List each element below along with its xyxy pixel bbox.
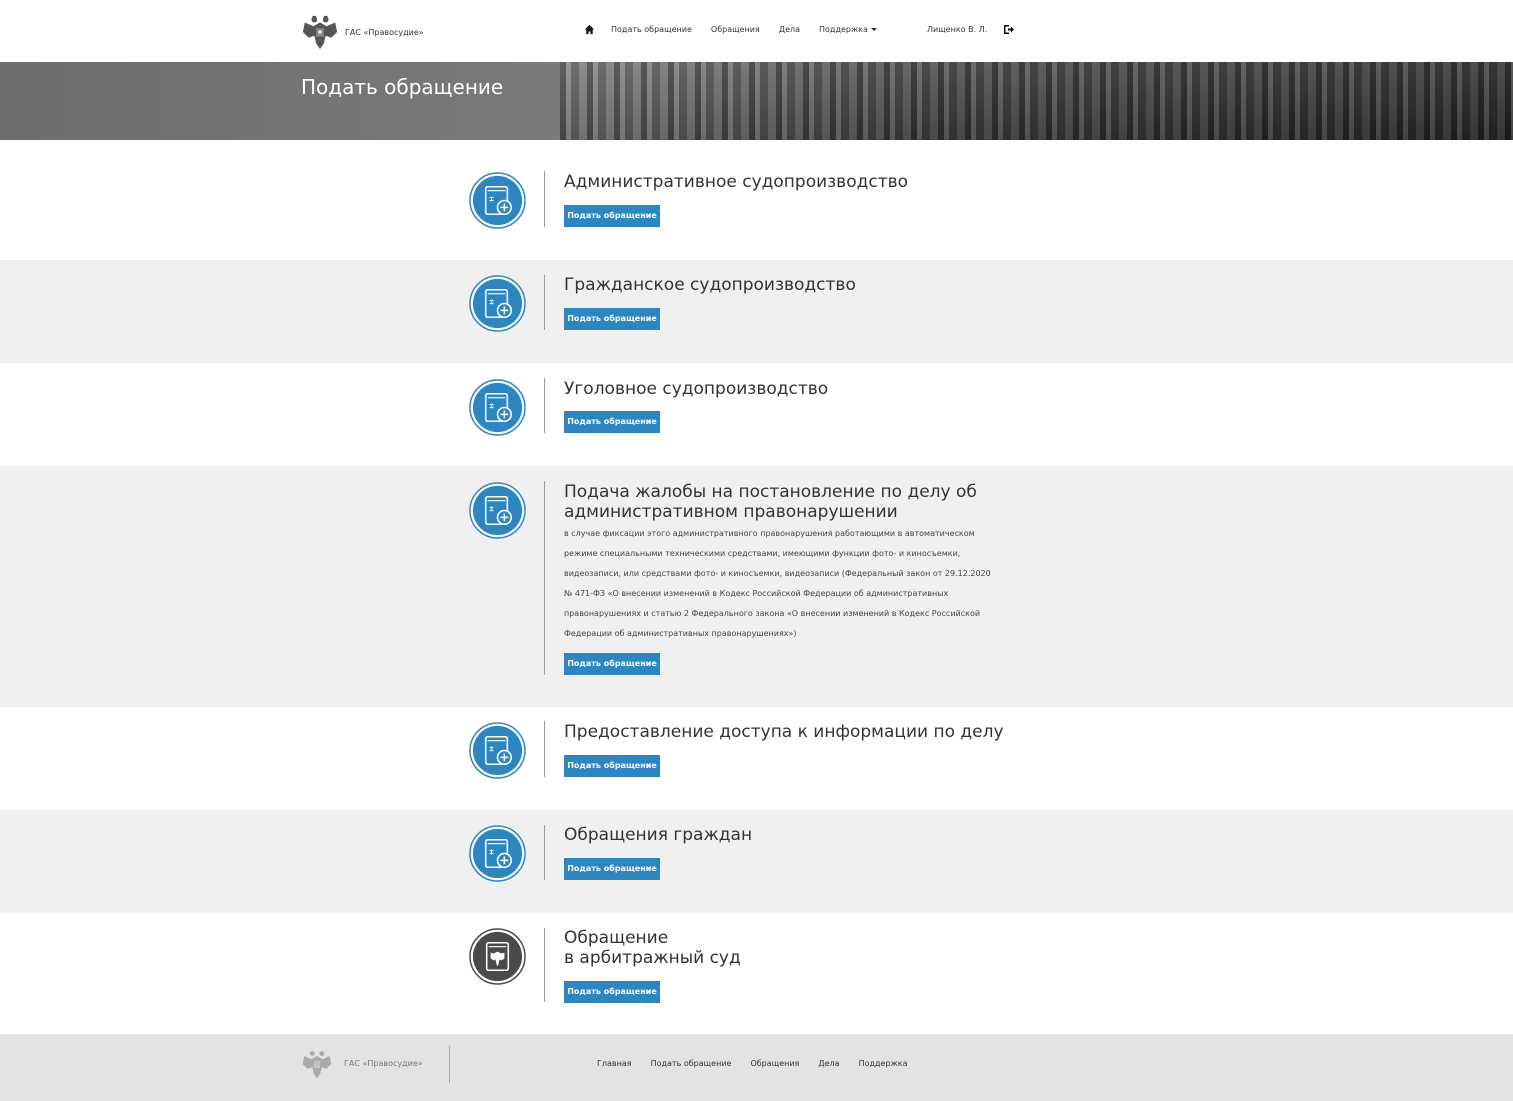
submit-appeal-button[interactable]: Подать обращение: [564, 755, 660, 777]
nav-cases[interactable]: Дела: [779, 25, 800, 34]
section-divider: [544, 481, 545, 675]
nav-support-label: Поддержка: [819, 25, 868, 34]
section-administrative: [0, 140, 1513, 260]
section-description: в случае фиксации этого административног…: [564, 529, 991, 638]
footer-nav-submit-appeal[interactable]: Подать обращение: [651, 1059, 732, 1068]
section-title: Уголовное судопроизводство: [564, 379, 829, 399]
home-icon[interactable]: [584, 24, 595, 35]
section-title: Обращение в арбитражный суд: [564, 928, 1004, 968]
section-title: Обращения граждан: [564, 825, 753, 845]
logout-icon[interactable]: [1003, 24, 1015, 35]
book-plus-icon: [469, 482, 526, 539]
nav-appeals[interactable]: Обращения: [711, 25, 760, 34]
main-nav: Подать обращение Обращения Дела Поддержк…: [584, 24, 896, 35]
section-divider: [544, 378, 545, 433]
book-plus-icon: [469, 825, 526, 882]
user-name[interactable]: Лищенко В. Л.: [927, 25, 987, 34]
section-title: Административное судопроизводство: [564, 172, 909, 192]
footer-nav-appeals[interactable]: Обращения: [750, 1059, 799, 1068]
section-divider: [544, 275, 545, 330]
section-divider: [544, 928, 545, 1002]
submit-appeal-button[interactable]: Подать обращение: [564, 205, 660, 227]
page-banner: [0, 62, 1513, 140]
book-plus-icon: [469, 722, 526, 779]
section-divider: [544, 171, 545, 227]
emblem-book-icon: [469, 928, 526, 985]
brand[interactable]: ГАС «Правосудие»: [301, 13, 424, 51]
section-title-line2: в арбитражный суд: [564, 948, 741, 968]
footer-nav-home[interactable]: Главная: [597, 1059, 632, 1068]
section-divider: [544, 825, 545, 880]
submit-appeal-button[interactable]: Подать обращение: [564, 981, 660, 1003]
footer-nav: Главная Подать обращение Обращения Дела …: [597, 1059, 907, 1068]
banner-shade: [560, 62, 1513, 140]
book-plus-icon: [469, 379, 526, 436]
book-plus-icon: [469, 275, 526, 332]
submit-appeal-button[interactable]: Подать обращение: [564, 653, 660, 675]
section-title: Предоставление доступа к информации по д…: [564, 722, 1004, 742]
book-plus-icon: [469, 172, 526, 229]
section-title: Гражданское судопроизводство: [564, 275, 856, 295]
submit-appeal-button[interactable]: Подать обращение: [564, 858, 660, 880]
footer-brand-name: ГАС «Правосудие»: [344, 1059, 423, 1068]
section-title-line1: Обращение: [564, 928, 669, 948]
eagle-emblem-icon: [302, 15, 338, 50]
caret-down-icon: [870, 28, 877, 31]
submit-appeal-button[interactable]: Подать обращение: [564, 308, 660, 330]
footer-nav-cases[interactable]: Дела: [818, 1059, 839, 1068]
footer-divider: [449, 1046, 450, 1083]
brand-name: ГАС «Правосудие»: [345, 27, 424, 37]
nav-support-dropdown[interactable]: Поддержка: [819, 25, 877, 34]
top-navbar: ГАС «Правосудие» Подать обращение Обраще…: [0, 0, 1513, 62]
nav-submit-appeal[interactable]: Подать обращение: [611, 25, 692, 34]
section-divider: [544, 721, 545, 777]
eagle-emblem-icon: [302, 1051, 332, 1079]
user-area: Лищенко В. Л.: [927, 24, 1015, 35]
submit-appeal-button[interactable]: Подать обращение: [564, 411, 660, 433]
page-title: Подать обращение: [301, 75, 504, 99]
section-title: Подача жалобы на постановление по делу о…: [564, 482, 977, 522]
footer-nav-support[interactable]: Поддержка: [859, 1059, 908, 1068]
